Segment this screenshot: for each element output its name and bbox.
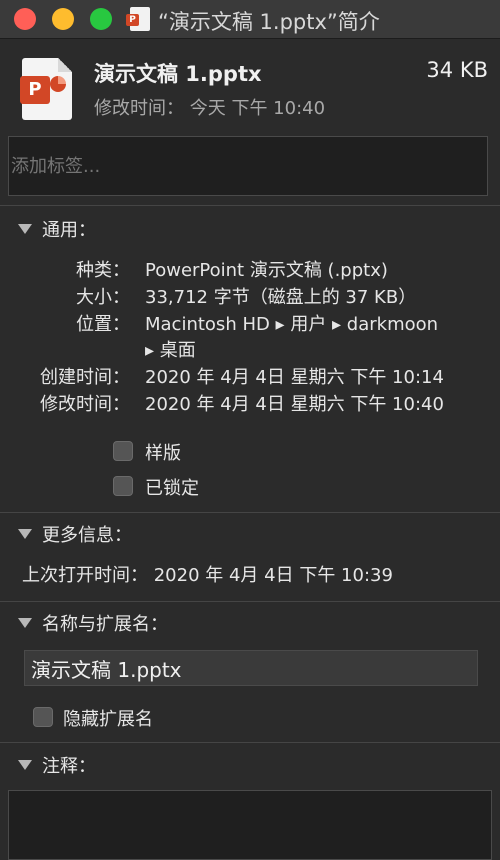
section-comments-heading: 注释：: [42, 756, 96, 777]
section-name-extension-heading: 名称与扩展名：: [42, 614, 168, 635]
size-label: 大小：: [76, 287, 130, 308]
divider: [0, 601, 500, 602]
file-modified-time: 修改时间： 今天 下午 10:40: [94, 98, 326, 119]
file-header: P 演示文稿 1.pptx 34 KB 修改时间： 今天 下午 10:40: [0, 38, 500, 128]
locked-checkbox[interactable]: [113, 476, 133, 496]
comments-textarea[interactable]: [8, 790, 492, 860]
window-title: “演示文稿 1.pptx”简介: [158, 10, 380, 34]
modified-value: 2020 年 4月 4日 星期六 下午 10:40: [145, 394, 444, 415]
zoom-window-button[interactable]: [90, 8, 112, 30]
divider: [0, 205, 500, 206]
stationery-checkbox[interactable]: [113, 441, 133, 461]
disclosure-triangle-icon: [18, 618, 32, 628]
last-opened-text: 上次打开时间： 2020 年 4月 4日 下午 10:39: [22, 565, 393, 586]
section-name-extension-toggle[interactable]: 名称与扩展名：: [18, 610, 168, 636]
file-size: 34 KB: [426, 58, 488, 82]
where-label: 位置：: [76, 314, 130, 335]
section-comments-toggle[interactable]: 注释：: [18, 752, 96, 778]
section-general-toggle[interactable]: 通用：: [18, 216, 96, 242]
powerpoint-file-icon: P: [126, 7, 150, 31]
kind-value: PowerPoint 演示文稿 (.pptx): [145, 260, 388, 281]
section-more-info-toggle[interactable]: 更多信息：: [18, 521, 132, 547]
locked-label: 已锁定: [145, 478, 199, 499]
section-more-info-heading: 更多信息：: [42, 525, 132, 546]
divider: [0, 512, 500, 513]
kind-label: 种类：: [76, 260, 130, 281]
section-general-heading: 通用：: [42, 220, 96, 241]
where-value-continued: ▸ 桌面: [145, 340, 196, 361]
hide-extension-checkbox[interactable]: [33, 707, 53, 727]
disclosure-triangle-icon: [18, 760, 32, 770]
tags-input[interactable]: [8, 136, 488, 196]
stationery-label: 样版: [145, 443, 181, 464]
where-value: Macintosh HD ▸ 用户 ▸ darkmoon: [145, 314, 439, 335]
close-window-button[interactable]: [14, 8, 36, 30]
divider: [0, 742, 500, 743]
file-name-field[interactable]: [24, 650, 478, 686]
title-bar: P “演示文稿 1.pptx”简介: [0, 0, 500, 39]
disclosure-triangle-icon: [18, 529, 32, 539]
file-name: 演示文稿 1.pptx: [94, 62, 262, 86]
created-label: 创建时间：: [40, 367, 130, 388]
disclosure-triangle-icon: [18, 224, 32, 234]
powerpoint-document-icon: P: [20, 58, 72, 120]
minimize-window-button[interactable]: [52, 8, 74, 30]
modified-label: 修改时间：: [40, 394, 130, 415]
hide-extension-label: 隐藏扩展名: [63, 709, 153, 730]
created-value: 2020 年 4月 4日 星期六 下午 10:14: [145, 367, 444, 388]
size-value: 33,712 字节（磁盘上的 37 KB）: [145, 287, 417, 308]
